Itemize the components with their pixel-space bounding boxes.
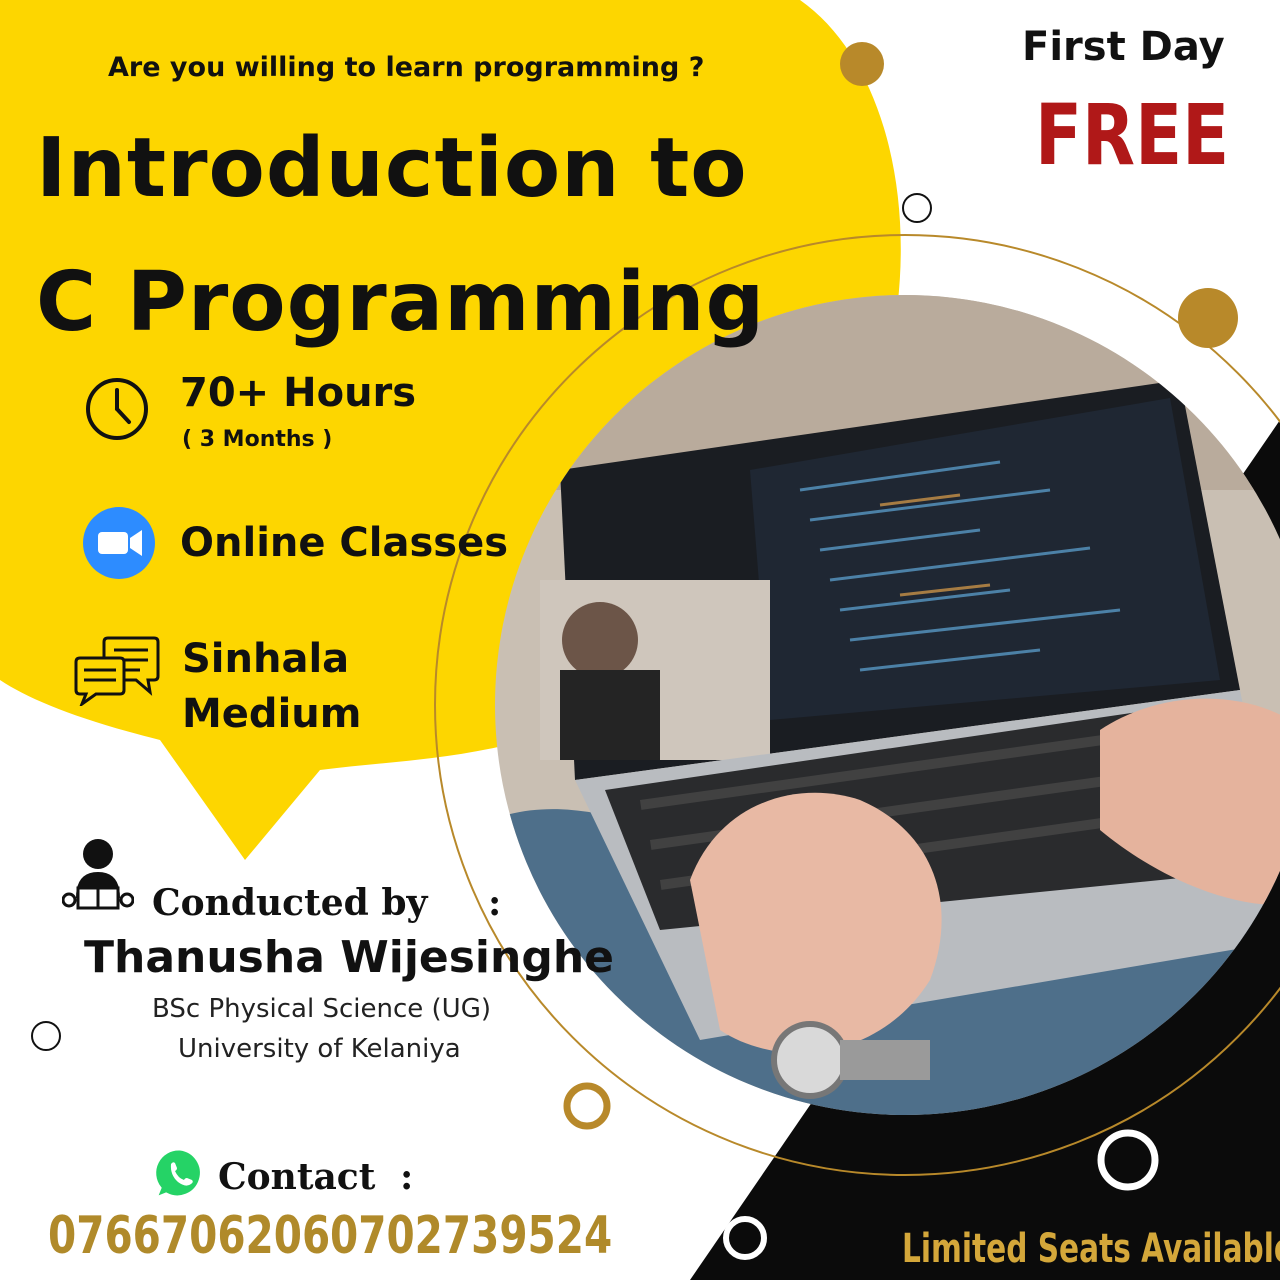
gold-ring-small <box>563 1082 611 1130</box>
gold-dot-right <box>1178 288 1238 348</box>
clock-icon <box>86 378 148 440</box>
video-camera-icon <box>83 507 155 579</box>
instructor-degree: BSc Physical Science (UG) <box>152 994 491 1024</box>
tagline: Are you willing to learn programming ? <box>108 52 705 83</box>
online-classes-label: Online Classes <box>180 520 509 566</box>
outline-dot-right <box>902 193 932 223</box>
phone-number-2[interactable]: 0702739524 <box>330 1206 612 1266</box>
gold-dot-top <box>840 42 884 86</box>
chat-bubbles-icon <box>74 636 160 706</box>
title-line-2: C Programming <box>36 255 766 350</box>
poster: Are you willing to learn programming ? I… <box>0 0 1280 1280</box>
instructor-university: University of Kelaniya <box>178 1034 461 1064</box>
title-line-1: Introduction to <box>36 121 748 216</box>
contact-colon: : <box>400 1156 414 1198</box>
whatsapp-icon <box>153 1147 203 1201</box>
free-label: FREE <box>1035 86 1230 184</box>
language-label-line-1: Sinhala <box>182 636 350 682</box>
conducted-by-label: Conducted by <box>152 882 428 924</box>
conducted-by-colon: : <box>488 882 502 924</box>
language-label-line-2: Medium <box>182 691 362 737</box>
instructor-name: Thanusha Wijesinghe <box>84 932 614 983</box>
hours-label: 70+ Hours <box>180 370 417 416</box>
outline-dot-left <box>31 1021 61 1051</box>
teacher-icon <box>62 839 134 910</box>
contact-label: Contact <box>218 1156 376 1198</box>
months-label: ( 3 Months ) <box>182 427 333 452</box>
first-day-label: First Day <box>1022 24 1225 70</box>
limited-seats-label: Limited Seats Available <box>902 1226 1280 1272</box>
phone-number-1[interactable]: 0766706206 <box>48 1206 330 1266</box>
